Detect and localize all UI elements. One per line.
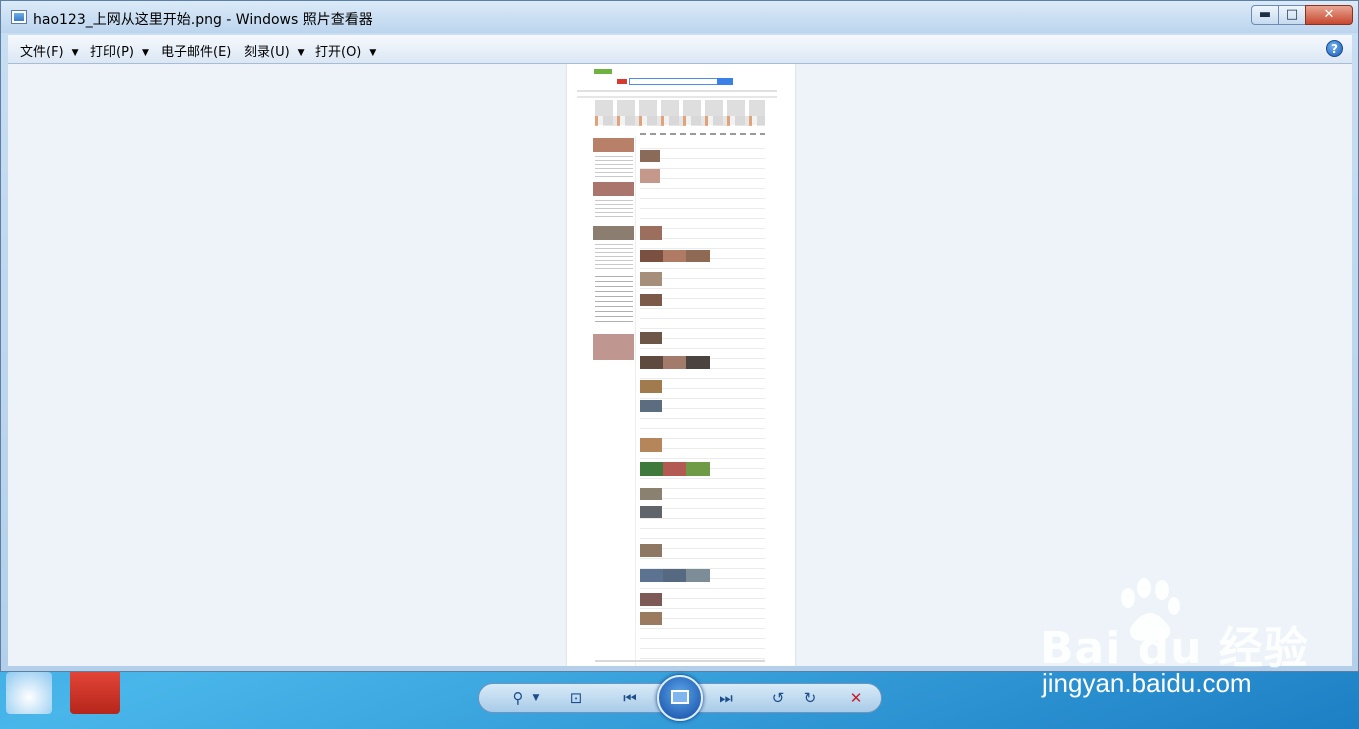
photo-feed-img-3 (640, 226, 662, 240)
baidu-watermark-url: jingyan.baidu.com (1042, 668, 1252, 698)
chevron-down-icon: ▼ (71, 48, 79, 58)
menu-print-label: 打印(P) (90, 45, 134, 60)
photo-feed-img-13 (640, 593, 662, 606)
menu-bar: 文件(F) ▼ 打印(P) ▼ 电子邮件(E) 刻录(U) ▼ 打开(O) ▼ ? (8, 35, 1352, 64)
chevron-down-icon[interactable]: ▼ (525, 688, 547, 708)
menu-print[interactable]: 打印(P) ▼ (90, 41, 149, 60)
menu-email[interactable]: 电子邮件(E) (161, 41, 231, 60)
photo-sidebar-text-3 (595, 244, 633, 270)
help-icon[interactable]: ? (1326, 40, 1343, 57)
photo-feed-img-row-4 (640, 569, 710, 582)
window-title: hao123_上网从这里开始.png - Windows 照片查看器 (33, 12, 373, 28)
photo-feed-img-4 (640, 272, 662, 286)
title-bar[interactable]: hao123_上网从这里开始.png - Windows 照片查看器 ▬ □ ✕ (1, 1, 1358, 33)
delete-icon[interactable]: ✕ (845, 688, 867, 708)
photo-feed-img-2 (640, 169, 660, 183)
photo-viewer-app-icon (11, 10, 27, 24)
photo-feed-img-8 (640, 400, 662, 412)
photo-feed-img-row-1 (640, 250, 710, 262)
close-button[interactable]: ✕ (1305, 5, 1353, 25)
maximize-button[interactable]: □ (1278, 5, 1306, 25)
photo-thumb-4 (593, 334, 634, 360)
photo-feed-tabs (640, 133, 765, 135)
photo-feed-img-10 (640, 488, 662, 500)
photo-feed-img-12 (640, 544, 662, 557)
photo-thumb-1 (593, 138, 634, 152)
photo-feed-img-9 (640, 438, 662, 452)
photo-baidu-logo (617, 79, 627, 84)
previous-icon[interactable]: ⏮ (619, 688, 641, 708)
slideshow-icon[interactable] (657, 675, 703, 721)
menu-file[interactable]: 文件(F) ▼ (20, 41, 79, 60)
photo-feed-img-5 (640, 294, 662, 306)
photo-feed-img-row-3 (640, 462, 710, 476)
photo-feed-img-6 (640, 332, 662, 344)
chevron-down-icon: ▼ (297, 48, 305, 58)
photo-feed-img-7 (640, 380, 662, 393)
photo-thumb-3 (593, 226, 634, 240)
chevron-down-icon: ▼ (369, 48, 377, 58)
menu-open[interactable]: 打开(O) ▼ (315, 41, 376, 60)
photo-feed-img-row-2 (640, 356, 710, 369)
baidu-watermark-logo: Bai du 经验 (1040, 623, 1309, 674)
photo-viewer-window: hao123_上网从这里开始.png - Windows 照片查看器 ▬ □ ✕… (0, 0, 1359, 672)
next-icon[interactable]: ⏭ (715, 688, 737, 708)
photo-feed-img-14 (640, 612, 662, 625)
menu-open-label: 打开(O) (315, 45, 362, 60)
menu-email-label: 电子邮件(E) (161, 45, 232, 60)
photo-sidebar-list (595, 276, 633, 326)
photo-search-box (629, 78, 731, 85)
photo-sidebar-text (595, 156, 633, 180)
photo-logo (594, 69, 612, 74)
image-viewport[interactable] (8, 64, 1352, 666)
chevron-down-icon: ▼ (141, 48, 149, 58)
photo-footer (595, 660, 765, 662)
photo-search-button (717, 78, 733, 85)
photo-nav-grid-2 (595, 116, 765, 126)
menu-file-label: 文件(F) (20, 45, 64, 60)
desktop-icon-app[interactable] (70, 668, 120, 714)
rotate-left-icon[interactable]: ↺ (767, 688, 789, 708)
menu-burn-label: 刻录(U) (244, 45, 290, 60)
rotate-right-icon[interactable]: ↻ (799, 688, 821, 708)
desktop-icon-cloud[interactable] (6, 672, 52, 714)
photo-thumb-2 (593, 182, 634, 196)
photo-feed-img-1 (640, 150, 660, 162)
actual-size-icon[interactable]: ⊡ (565, 688, 587, 708)
menu-burn[interactable]: 刻录(U) ▼ (244, 41, 305, 60)
photo-feed-img-11 (640, 506, 662, 518)
minimize-button[interactable]: ▬ (1251, 5, 1279, 25)
displayed-photo (567, 64, 795, 666)
photo-sidebar-text-2 (595, 200, 633, 220)
